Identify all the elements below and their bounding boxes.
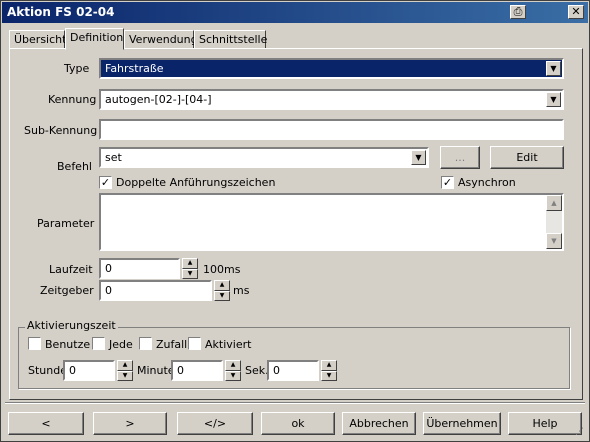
resize-grip-icon[interactable]: ⋰: [575, 427, 587, 439]
asynchron-label: Asynchron: [458, 176, 516, 189]
sek-spinner[interactable]: ▲ ▼: [321, 360, 337, 381]
spin-down-icon[interactable]: ▼: [117, 370, 133, 381]
spin-up-icon[interactable]: ▲: [182, 258, 198, 269]
dialog-window: Aktion FS 02-04 ⎙ ✕ Übersicht Definition…: [0, 0, 590, 442]
type-select[interactable]: Fahrstraße ▼: [99, 58, 564, 79]
abbrechen-button[interactable]: Abbrechen: [342, 412, 416, 435]
tab-uebersicht[interactable]: Übersicht: [9, 30, 66, 49]
edit-button[interactable]: Edit: [490, 146, 564, 169]
befehl-select[interactable]: set ▼: [99, 147, 429, 168]
stunde-label: Stunde: [28, 364, 67, 377]
prev-button[interactable]: <: [8, 412, 84, 435]
help-button[interactable]: Help: [508, 412, 582, 435]
tab-schnittstelle[interactable]: Schnittstelle: [194, 30, 267, 49]
next-button[interactable]: >: [93, 412, 167, 435]
minute-spinner[interactable]: ▲ ▼: [225, 360, 241, 381]
kennung-label: Kennung: [48, 93, 97, 106]
parameter-label: Parameter: [37, 217, 95, 230]
chevron-down-icon[interactable]: ▼: [546, 233, 562, 249]
uebernehmen-button[interactable]: Übernehmen: [423, 412, 501, 435]
spin-up-icon[interactable]: ▲: [214, 280, 230, 291]
spin-down-icon[interactable]: ▼: [182, 268, 198, 279]
sek-input[interactable]: 0: [267, 360, 319, 381]
kennung-select[interactable]: autogen-[02-]-[04-] ▼: [99, 89, 564, 110]
zeitgeber-input[interactable]: 0: [99, 280, 212, 301]
chevron-up-icon[interactable]: ▲: [546, 195, 562, 211]
spin-down-icon[interactable]: ▼: [225, 370, 241, 381]
chevron-down-icon[interactable]: ▼: [411, 150, 426, 165]
zeitgeber-spinner[interactable]: ▲ ▼: [214, 280, 230, 301]
befehl-label: Befehl: [57, 160, 92, 173]
parameter-textarea[interactable]: ▲ ▼: [99, 193, 564, 251]
aktivierung-title: Aktivierungszeit: [25, 319, 118, 332]
spin-up-icon[interactable]: ▲: [117, 360, 133, 371]
spin-up-icon[interactable]: ▲: [225, 360, 241, 371]
title-bar: Aktion FS 02-04 ⎙ ✕: [2, 2, 588, 23]
stunde-spinner[interactable]: ▲ ▼: [117, 360, 133, 381]
minute-input[interactable]: 0: [171, 360, 223, 381]
sek-label: Sek.: [245, 364, 269, 377]
laufzeit-label: Laufzeit: [49, 263, 93, 276]
tab-definition[interactable]: Definition: [65, 28, 124, 50]
chevron-down-icon[interactable]: ▼: [546, 92, 561, 107]
zeitgeber-label: Zeitgeber: [40, 284, 94, 297]
benutze-checkbox[interactable]: [28, 337, 41, 350]
jede-checkbox[interactable]: [92, 337, 105, 350]
chevron-down-icon[interactable]: ▼: [546, 61, 561, 76]
spin-up-icon[interactable]: ▲: [321, 360, 337, 371]
ok-button[interactable]: ok: [261, 412, 335, 435]
aktiviert-checkbox[interactable]: [188, 337, 201, 350]
subkennung-input[interactable]: [99, 119, 564, 140]
laufzeit-input[interactable]: 0: [99, 258, 180, 279]
benutze-label: Benutze: [45, 338, 91, 351]
type-value: Fahrstraße: [105, 62, 164, 75]
window-title: Aktion FS 02-04: [7, 5, 115, 19]
jede-label: Jede: [109, 338, 133, 351]
parameter-scrollbar[interactable]: ▲ ▼: [546, 195, 562, 249]
zufall-label: Zufall: [156, 338, 188, 351]
stunde-input[interactable]: 0: [63, 360, 115, 381]
subkennung-label: Sub-Kennung: [24, 124, 98, 137]
doppelte-checkbox[interactable]: ✓: [99, 176, 112, 189]
spin-down-icon[interactable]: ▼: [214, 290, 230, 301]
type-label: Type: [64, 62, 90, 75]
zufall-checkbox[interactable]: [139, 337, 152, 350]
spin-down-icon[interactable]: ▼: [321, 370, 337, 381]
asynchron-checkbox[interactable]: ✓: [441, 176, 454, 189]
befehl-value: set: [105, 151, 122, 164]
zeitgeber-unit: ms: [233, 284, 250, 297]
minute-label: Minute: [137, 364, 175, 377]
definition-panel: Type Fahrstraße ▼ Kennung autogen-[02-]-…: [9, 48, 583, 400]
code-button[interactable]: </>: [177, 412, 253, 435]
tab-verwendung[interactable]: Verwendung: [124, 30, 198, 49]
bottom-divider: [5, 402, 585, 404]
close-icon[interactable]: ✕: [568, 5, 584, 19]
laufzeit-unit: 100ms: [203, 263, 241, 276]
kennung-value: autogen-[02-]-[04-]: [105, 93, 212, 106]
browse-button[interactable]: ...: [440, 146, 480, 169]
printer-icon[interactable]: ⎙: [510, 5, 526, 19]
aktiviert-label: Aktiviert: [205, 338, 252, 351]
doppelte-label: Doppelte Anführungszeichen: [116, 176, 276, 189]
laufzeit-spinner[interactable]: ▲ ▼: [182, 258, 198, 279]
